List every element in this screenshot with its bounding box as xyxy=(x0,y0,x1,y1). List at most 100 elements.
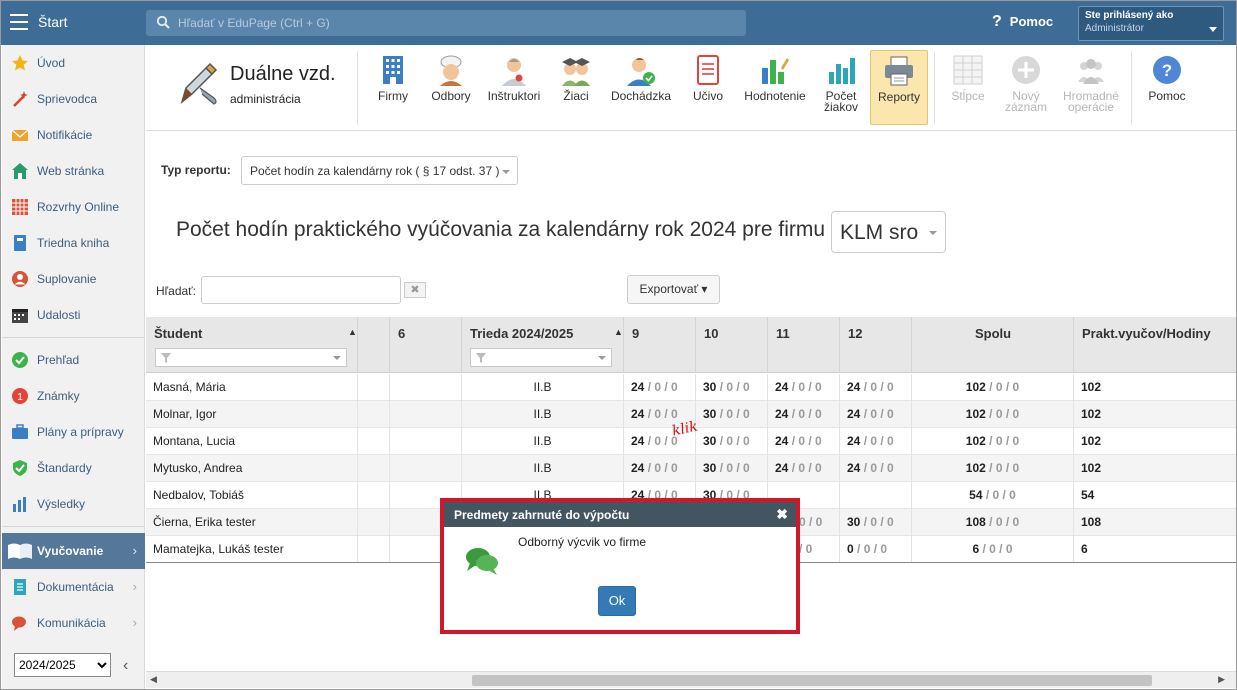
user-menu[interactable]: Ste prihlásený ako Administrátor xyxy=(1078,6,1224,41)
trieda-filter[interactable] xyxy=(470,348,612,367)
document-icon xyxy=(14,579,26,595)
scroll-right-icon[interactable]: ▶ xyxy=(1218,674,1225,685)
sidebar-item-triedna-kniha[interactable]: Triedna kniha xyxy=(2,225,145,261)
export-button[interactable]: Exportovať ▾ xyxy=(627,275,720,304)
clear-search-icon[interactable]: ✖ xyxy=(404,282,426,298)
collapse-sidebar-icon[interactable]: ‹ xyxy=(123,657,128,675)
scrollbar-thumb[interactable] xyxy=(472,675,1152,686)
novy-zaznam-button[interactable]: Nový záznam xyxy=(1001,50,1051,125)
module-title: Duálne vzd. xyxy=(230,63,336,85)
hours-value: 0 xyxy=(847,542,854,556)
sidebar-item-komunikacia[interactable]: Komunikácia › xyxy=(2,605,145,641)
cell-m12[interactable]: 30 / 0 / 0 xyxy=(840,509,912,536)
report-type-select[interactable]: Počet hodín za kalendárny rok ( § 17 ods… xyxy=(241,156,518,185)
column-spolu[interactable]: Spolu xyxy=(912,317,1074,373)
column-prakt[interactable]: Prakt.vyučov/Hodiny xyxy=(1074,317,1237,373)
pocet-ziakov-button[interactable]: Počet žiakov xyxy=(816,50,866,125)
sidebar-item-sprievodca[interactable]: Sprievodca xyxy=(2,81,145,117)
envelope-icon xyxy=(11,129,29,141)
sidebar-item-notifikacie[interactable]: Notifikácie xyxy=(2,117,145,153)
cell-m10[interactable]: 30 / 0 / 0 xyxy=(696,455,768,482)
hours-value: 30 xyxy=(703,434,717,448)
scroll-left-icon[interactable]: ◀ xyxy=(150,674,157,685)
sidebar-item-rozvrhy[interactable]: Rozvrhy Online xyxy=(2,189,145,225)
reporty-button[interactable]: Reporty xyxy=(870,50,928,125)
instruktori-button[interactable]: Inštruktori xyxy=(484,50,544,125)
cell-m11[interactable]: 24 / 0 / 0 xyxy=(768,455,840,482)
zero-suffix: / 0 / 0 xyxy=(716,380,750,394)
sort-asc-icon[interactable]: ▲ xyxy=(614,327,623,337)
cell-m10[interactable]: 30 / 0 / 0 xyxy=(696,428,768,455)
pomoc-button[interactable]: ? Pomoc xyxy=(1141,50,1193,125)
column-9[interactable]: 9 xyxy=(624,317,696,373)
cell-m12[interactable] xyxy=(840,482,912,509)
chevron-down-icon xyxy=(929,231,937,235)
cell-student: Masná, Mária xyxy=(146,374,358,401)
stlpce-button[interactable]: Stĺpce xyxy=(943,50,993,125)
sidebar-item-web[interactable]: Web stránka xyxy=(2,153,145,189)
zero-suffix: / 0 / 0 xyxy=(716,434,750,448)
cell-m9[interactable]: 24 / 0 / 0 xyxy=(624,374,696,401)
cell-empty xyxy=(390,401,462,428)
cell-m11[interactable]: 24 / 0 / 0 xyxy=(768,428,840,455)
hromadne-operacie-button[interactable]: Hromadné operácie xyxy=(1058,50,1124,125)
cell-m11[interactable]: 24 / 0 / 0 xyxy=(768,374,840,401)
dochadzka-button[interactable]: Dochádzka xyxy=(608,50,674,125)
chevron-down-icon xyxy=(502,170,510,174)
cell-m12[interactable]: 24 / 0 / 0 xyxy=(840,428,912,455)
ucivo-button[interactable]: Učivo xyxy=(683,50,733,125)
sidebar-item-udalosti[interactable]: Udalosti xyxy=(2,297,145,333)
column-trieda[interactable]: Trieda 2024/2025 ▲ xyxy=(462,317,624,373)
sidebar-item-prehlad[interactable]: Prehľad xyxy=(2,342,145,378)
sidebar-item-vyucovanie[interactable]: Vyučovanie › xyxy=(2,533,145,569)
cell-m12[interactable]: 24 / 0 / 0 xyxy=(840,401,912,428)
sidebar-item-znamky[interactable]: 1 Známky xyxy=(2,378,145,414)
column-6[interactable]: 6 xyxy=(390,317,462,373)
table-row[interactable]: Masná, Mária II.B 24 / 0 / 0 30 / 0 / 0 24 /… xyxy=(146,374,1237,401)
school-year-select[interactable]: 2024/2025 xyxy=(14,653,111,677)
sidebar-item-standardy[interactable]: Štandardy xyxy=(2,450,145,486)
column-11[interactable]: 11 xyxy=(768,317,840,373)
horizontal-scrollbar[interactable]: ◀ ▶ xyxy=(146,671,1237,688)
start-label[interactable]: Štart xyxy=(38,14,68,30)
sidebar-item-label: Dokumentácia xyxy=(37,580,114,594)
zero-suffix: / 0 / 0 xyxy=(985,461,1020,475)
zero-suffix: / 0 / 0 xyxy=(860,515,894,529)
sidebar-item-suplovanie[interactable]: Suplovanie xyxy=(2,261,145,297)
menu-icon[interactable] xyxy=(10,14,28,30)
cell-m12[interactable]: 24 / 0 / 0 xyxy=(840,374,912,401)
table-row[interactable]: Mytusko, Andrea II.B 24 / 0 / 0 30 / 0 / 02… xyxy=(146,455,1237,482)
cell-m10[interactable]: 30 / 0 / 0 xyxy=(696,401,768,428)
column-10[interactable]: 10 xyxy=(696,317,768,373)
cell-empty xyxy=(358,428,390,455)
odbory-button[interactable]: Odbory xyxy=(426,50,476,125)
sort-asc-icon[interactable]: ▲ xyxy=(348,327,357,337)
close-icon[interactable]: ✖ xyxy=(776,506,788,523)
ok-button[interactable]: Ok xyxy=(598,586,636,616)
table-search-input[interactable] xyxy=(201,276,401,304)
global-search[interactable] xyxy=(146,10,746,36)
sidebar-item-uvod[interactable]: Úvod xyxy=(2,45,145,81)
firmy-button[interactable]: Firmy xyxy=(368,50,418,125)
sidebar-item-vysledky[interactable]: Výsledky xyxy=(2,486,145,522)
help-link[interactable]: ? Pomoc xyxy=(992,13,1053,31)
ziaci-button[interactable]: Žiaci xyxy=(551,50,601,125)
hodnotenie-button[interactable]: Hodnotenie xyxy=(741,50,809,125)
firm-select[interactable]: KLM sro xyxy=(831,211,946,253)
cell-m12[interactable]: 0 / 0 / 0 xyxy=(840,536,912,563)
dialog-subject: Odborný výcvik vo firme xyxy=(518,535,647,549)
zero-suffix: / 0 / 0 xyxy=(788,407,822,421)
student-filter[interactable] xyxy=(155,348,347,367)
sidebar-item-label: Triedna kniha xyxy=(37,236,110,250)
column-student[interactable]: Študent ▲ xyxy=(146,317,358,373)
cell-m12[interactable]: 24 / 0 / 0 xyxy=(840,455,912,482)
sidebar-item-plany[interactable]: Plány a prípravy xyxy=(2,414,145,450)
column-12[interactable]: 12 xyxy=(840,317,912,373)
hours-value: 24 xyxy=(631,461,645,475)
cell-m9[interactable]: 24 / 0 / 0 xyxy=(624,455,696,482)
cell-m11[interactable]: 24 / 0 / 0 xyxy=(768,401,840,428)
building-icon xyxy=(383,56,403,84)
sidebar-item-dokumentacia[interactable]: Dokumentácia › xyxy=(2,569,145,605)
search-input[interactable] xyxy=(178,13,738,33)
cell-m10[interactable]: 30 / 0 / 0 xyxy=(696,374,768,401)
